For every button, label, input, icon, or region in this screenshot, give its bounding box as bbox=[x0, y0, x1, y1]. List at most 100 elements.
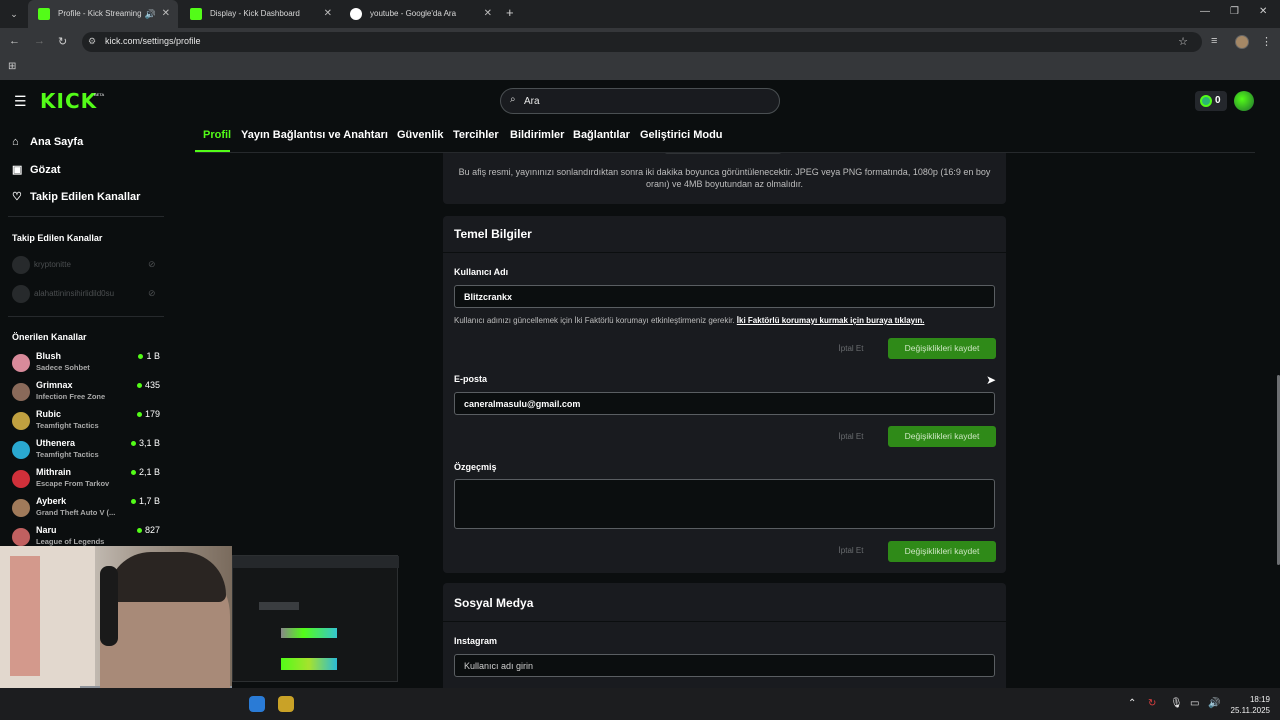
kicks-coin-icon bbox=[1200, 95, 1212, 107]
email-field[interactable]: caneralmasulu@gmail.com bbox=[454, 392, 995, 415]
url-text: kick.com/settings/profile bbox=[105, 36, 201, 46]
search-input[interactable]: ⌕ Ara bbox=[500, 88, 780, 114]
headphones-icon bbox=[100, 566, 118, 646]
live-dot-icon bbox=[136, 383, 142, 389]
search-placeholder: Ara bbox=[524, 96, 540, 107]
recommended-channel[interactable]: Mithrain Escape From Tarkov 2,1 B bbox=[12, 466, 160, 494]
tab-search-icon[interactable]: ⌄ bbox=[6, 6, 22, 22]
sidebar-item-following[interactable]: ♡ Takip Edilen Kanallar bbox=[12, 190, 140, 203]
browser-tab-display[interactable]: Display - Kick Dashboard ✕ bbox=[180, 0, 340, 28]
media-control-icon[interactable]: ≡ bbox=[1211, 35, 1217, 47]
site-info-icon[interactable]: ⚙ bbox=[88, 36, 96, 47]
search-icon: ⌕ bbox=[510, 94, 516, 105]
bio-label: Özgeçmiş bbox=[454, 462, 497, 472]
followed-channel[interactable]: alahattininsihirlidild0su ⊘ bbox=[12, 285, 162, 303]
recommended-channel[interactable]: Uthenera Teamfight Tactics 3,1 B bbox=[12, 437, 160, 465]
channel-name: kryptonitte bbox=[34, 260, 71, 270]
channel-category: Infection Free Zone bbox=[36, 392, 106, 401]
preview-content bbox=[281, 658, 337, 670]
recommended-channel[interactable]: Grimnax Infection Free Zone 435 bbox=[12, 379, 160, 407]
live-dot-icon bbox=[130, 499, 136, 505]
sidebar-item-home[interactable]: ⌂ Ana Sayfa bbox=[12, 136, 83, 148]
sidebar-item-label: Ana Sayfa bbox=[30, 136, 84, 148]
live-dot-icon bbox=[130, 441, 136, 447]
taskbar-app-icon[interactable] bbox=[249, 696, 265, 712]
tab-security[interactable]: Güvenlik bbox=[397, 129, 443, 141]
url-bar[interactable]: ⚙ kick.com/settings/profile ☆ bbox=[82, 32, 1202, 52]
followed-channel[interactable]: kryptonitte ⊘ bbox=[12, 256, 162, 274]
webcam-background bbox=[10, 556, 40, 676]
channel-name: Grimnax bbox=[36, 380, 73, 390]
viewer-count: 827 bbox=[136, 525, 160, 535]
clock-date: 25.11.2025 bbox=[1230, 706, 1270, 715]
preview-content bbox=[259, 602, 299, 610]
display-icon[interactable]: ▭ bbox=[1190, 698, 1199, 709]
instagram-field[interactable]: Kullanıcı adı girin bbox=[454, 654, 995, 677]
kick-logo[interactable]: KICK bbox=[40, 89, 97, 113]
channel-avatar bbox=[12, 470, 30, 488]
username-field[interactable]: Blitzcrankx bbox=[454, 285, 995, 308]
kicks-balance-button[interactable]: 0 bbox=[1195, 91, 1227, 111]
preview-content bbox=[281, 628, 337, 638]
two-factor-link[interactable]: İki Faktörlü korumayı kurmak için buraya… bbox=[737, 316, 925, 325]
tab-developer[interactable]: Geliştirici Modu bbox=[640, 129, 723, 141]
save-button[interactable]: Değişiklikleri kaydet bbox=[888, 426, 996, 447]
user-avatar[interactable] bbox=[1234, 91, 1254, 111]
browser-tab-profile[interactable]: Profile - Kick Streaming 🔊 ✕ bbox=[28, 0, 178, 28]
forward-icon[interactable]: → bbox=[34, 35, 45, 47]
viewer-count: 179 bbox=[136, 409, 160, 419]
channel-name: Mithrain bbox=[36, 467, 71, 477]
audio-icon[interactable]: 🔊 bbox=[145, 0, 156, 28]
save-button[interactable]: Değişiklikleri kaydet bbox=[888, 338, 996, 359]
close-window-icon[interactable]: ✕ bbox=[1259, 6, 1267, 17]
tab-stream-key[interactable]: Yayın Bağlantısı ve Anahtarı bbox=[241, 129, 388, 141]
settings-tabs: Profil Yayın Bağlantısı ve Anahtarı Güve… bbox=[195, 122, 1255, 153]
minimize-icon[interactable]: — bbox=[1200, 6, 1210, 17]
sync-icon[interactable]: ↻ bbox=[1148, 698, 1156, 709]
browser-profile-avatar[interactable] bbox=[1235, 35, 1249, 49]
page-scrollbar[interactable] bbox=[1270, 153, 1280, 688]
close-tab-icon[interactable]: ✕ bbox=[484, 0, 492, 28]
tab-profile[interactable]: Profil bbox=[203, 129, 231, 141]
system-clock[interactable]: 18:19 25.11.2025 bbox=[1226, 694, 1270, 716]
apps-grid-icon[interactable]: ⊞ bbox=[8, 61, 16, 72]
new-tab-icon[interactable]: + bbox=[506, 5, 514, 20]
bio-textarea[interactable] bbox=[454, 479, 995, 529]
followed-channels-title: Takip Edilen Kanallar bbox=[12, 233, 103, 243]
channel-category: Teamfight Tactics bbox=[36, 450, 99, 459]
google-favicon-icon bbox=[350, 8, 362, 20]
recommended-channel[interactable]: Ayberk Grand Theft Auto V (... 1,7 B bbox=[12, 495, 160, 523]
browser-tab-google[interactable]: youtube - Google'da Ara ✕ bbox=[340, 0, 500, 28]
sidebar-item-browse[interactable]: ▣ Gözat bbox=[12, 163, 61, 176]
bookmark-star-icon[interactable]: ☆ bbox=[1178, 35, 1188, 48]
save-button[interactable]: Değişiklikleri kaydet bbox=[888, 541, 996, 562]
volume-icon[interactable]: 🔊 bbox=[1208, 698, 1220, 709]
cancel-button[interactable]: İptal Et bbox=[835, 546, 867, 555]
close-tab-icon[interactable]: ✕ bbox=[324, 0, 332, 28]
username-label: Kullanıcı Adı bbox=[454, 267, 509, 277]
taskbar-app-icon[interactable] bbox=[278, 696, 294, 712]
channel-category: League of Legends bbox=[36, 537, 105, 546]
microphone-icon[interactable]: 🎙 bbox=[1170, 698, 1183, 709]
restore-icon[interactable]: ❐ bbox=[1230, 6, 1239, 17]
menu-icon[interactable]: ☰ bbox=[14, 93, 27, 110]
channel-category: Teamfight Tactics bbox=[36, 421, 99, 430]
close-tab-icon[interactable]: ✕ bbox=[162, 0, 170, 28]
browser-tab-strip: ⌄ Profile - Kick Streaming 🔊 ✕ Display -… bbox=[0, 0, 1280, 28]
cancel-button[interactable]: İptal Et bbox=[835, 432, 867, 441]
channel-avatar bbox=[12, 354, 30, 372]
tab-connections[interactable]: Bağlantılar bbox=[573, 129, 630, 141]
channel-avatar bbox=[12, 441, 30, 459]
sidebar-divider bbox=[8, 316, 164, 317]
tab-notifications[interactable]: Bildirimler bbox=[510, 129, 564, 141]
tab-preferences[interactable]: Tercihler bbox=[453, 129, 499, 141]
reload-icon[interactable]: ↻ bbox=[58, 35, 67, 48]
kick-favicon-icon bbox=[38, 8, 50, 20]
cancel-button[interactable]: İptal Et bbox=[835, 344, 867, 353]
tray-chevron-icon[interactable]: ⌃ bbox=[1128, 698, 1136, 709]
recommended-channel[interactable]: Blush Sadece Sohbet 1 B bbox=[12, 350, 160, 378]
recommended-channel[interactable]: Rubic Teamfight Tactics 179 bbox=[12, 408, 160, 436]
browser-menu-icon[interactable]: ⋮ bbox=[1261, 35, 1272, 48]
back-icon[interactable]: ← bbox=[9, 35, 20, 47]
bookmarks-bar: ⊞ bbox=[0, 56, 1280, 80]
